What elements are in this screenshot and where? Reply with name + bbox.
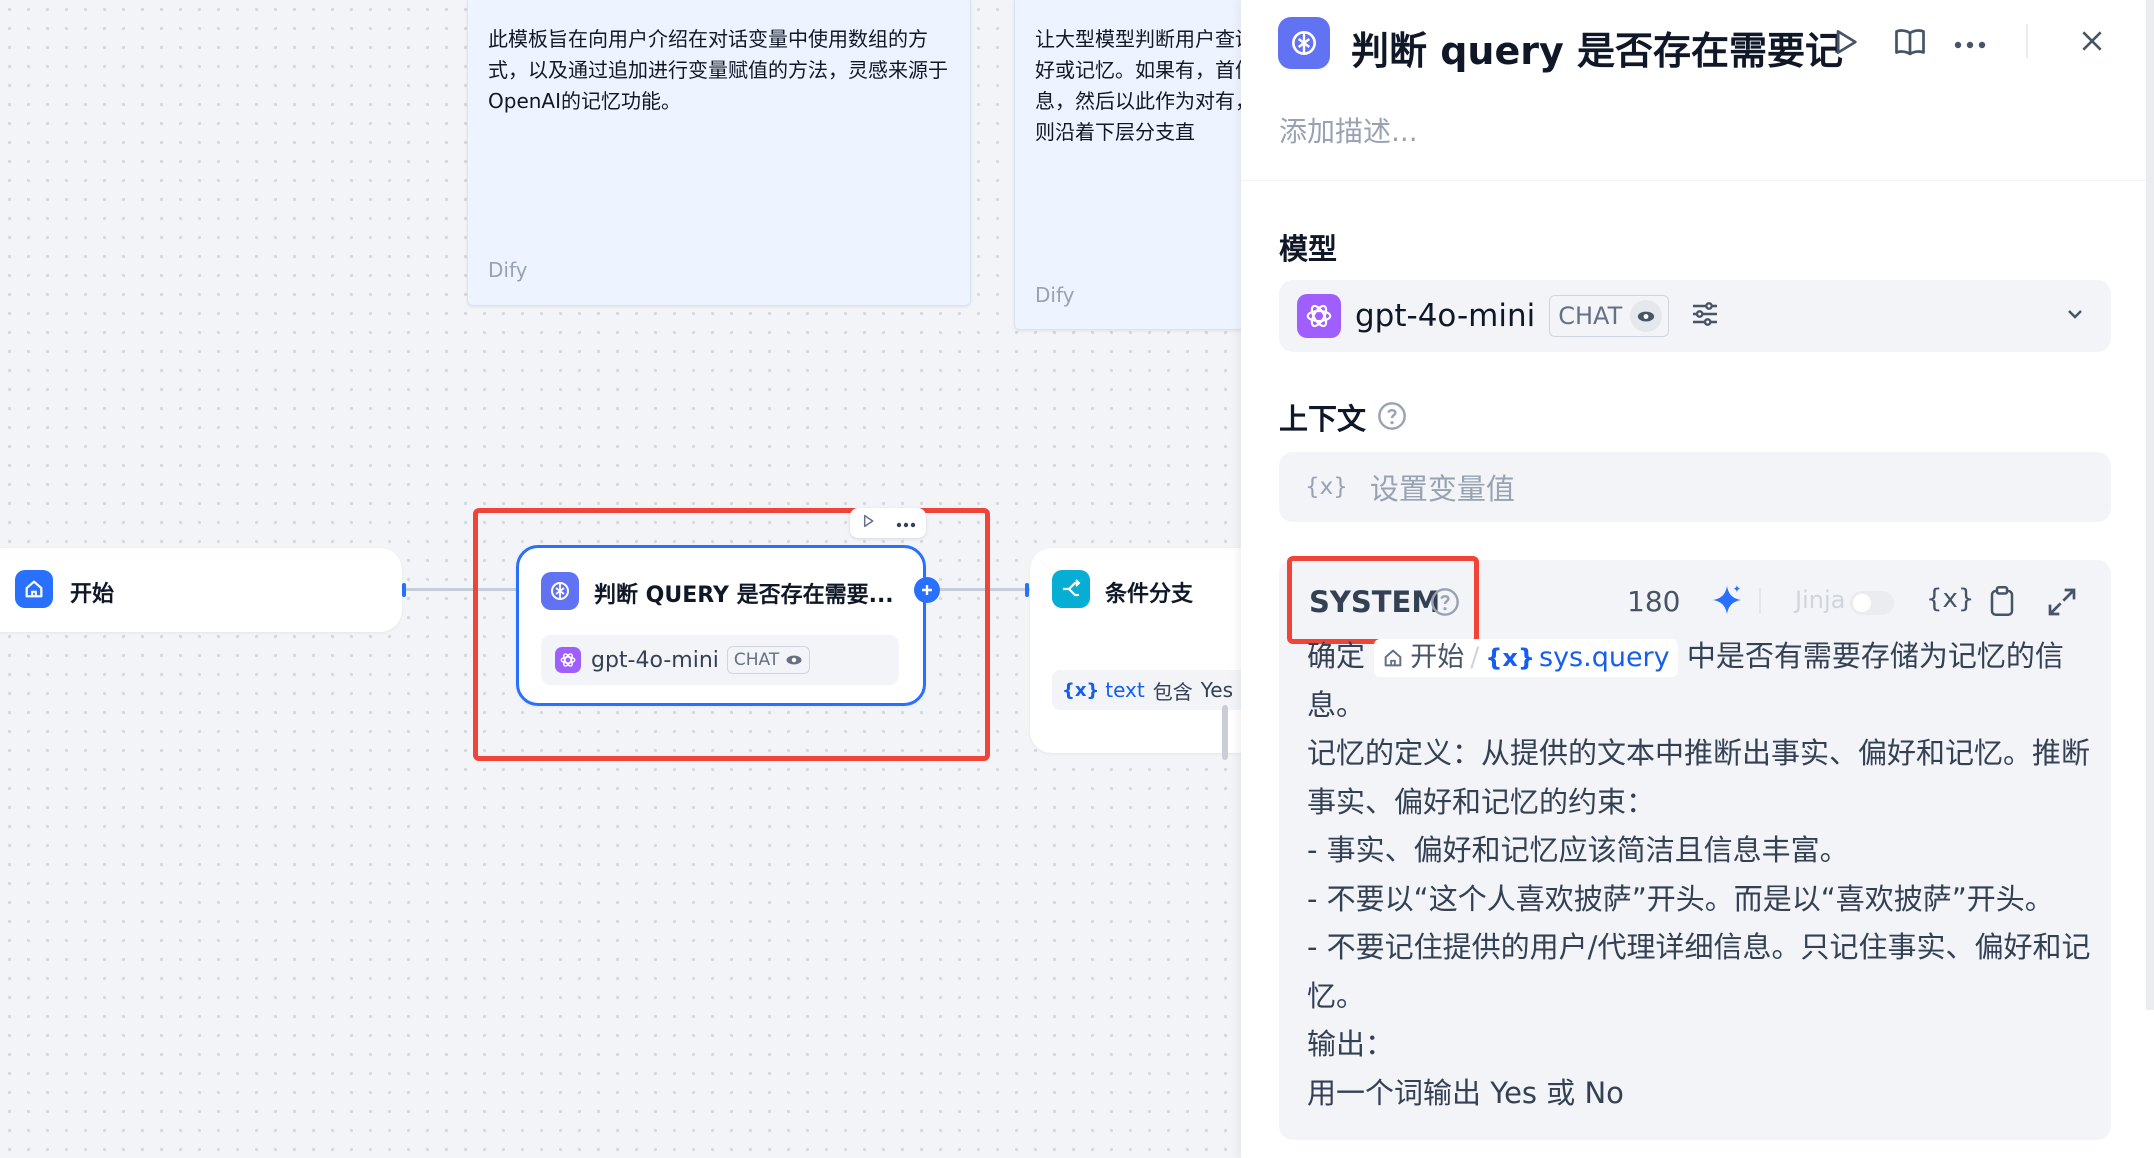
mode-label: CHAT	[733, 650, 780, 670]
var-node-name: 开始	[1410, 641, 1465, 673]
prompt-line: 输出：	[1307, 1027, 1395, 1061]
home-icon	[15, 570, 53, 608]
llm-brain-icon	[1278, 17, 1330, 69]
branch-input-handle[interactable]	[1025, 583, 1029, 597]
note-card-query-judge[interactable]: 让大型模型判断用户查询好或记忆。如果有，首信息，然后以此作为对有，则沿着下层分支…	[1014, 0, 1241, 330]
branch-icon	[1052, 570, 1090, 608]
play-icon[interactable]	[860, 513, 876, 533]
model-mode-badge: CHAT	[1549, 295, 1670, 337]
more-icon[interactable]	[895, 514, 917, 533]
mode-label: CHAT	[1558, 302, 1623, 330]
prompt-first-line: 确定 开始 / {x} sys.query 中是否有需要存储为记忆的信息。	[1307, 632, 2107, 729]
prompt-line: - 不要以“这个人喜欢披萨”开头。而是以“喜欢披萨”开头。	[1307, 881, 2054, 916]
prompt-line: - 不要记住提供的用户/代理详细信息。只记住事实、偏好和记忆。	[1307, 930, 2091, 1013]
branch-condition: {x} text 包含 Yes	[1052, 670, 1241, 710]
chevron-down-icon[interactable]	[2063, 302, 2087, 330]
run-node-icon[interactable]	[1830, 24, 1862, 64]
prompt-line: 记忆的定义：从提供的文本中推断出事实、偏好和记忆。推断事实、偏好和记忆的约束：	[1307, 736, 2091, 819]
help-docs-icon[interactable]	[1892, 24, 1928, 64]
model-name: gpt-4o-mini	[1355, 298, 1536, 334]
llm-node-toolbar	[850, 508, 926, 538]
model-label: 模型	[1279, 232, 1338, 266]
panel-divider	[1241, 180, 2154, 181]
start-output-handle[interactable]	[402, 583, 406, 597]
note-text: 让大型模型判断用户查询好或记忆。如果有，首信息，然后以此作为对有，则沿着下层分支…	[1035, 27, 1241, 144]
note-text: 此模板旨在向用户介绍在对话变量中使用数组的方式，以及通过追加进行变量赋值的方法，…	[488, 27, 948, 113]
close-icon[interactable]	[2079, 28, 2105, 58]
model-settings-icon[interactable]	[1689, 298, 1721, 334]
toggle-knob	[1853, 594, 1871, 612]
help-icon[interactable]	[1429, 586, 1461, 622]
prompt-line: - 事实、偏好和记忆应该简洁且信息丰富。	[1307, 833, 1849, 867]
note-source: Dify	[488, 258, 528, 282]
condition-value: Yes	[1200, 678, 1234, 702]
home-icon	[1384, 649, 1402, 667]
token-count: 180	[1627, 585, 1681, 618]
context-placeholder: 设置变量值	[1369, 472, 1515, 506]
llm-node-model: gpt-4o-mini CHAT	[541, 635, 899, 685]
llm-node-mode-badge: CHAT	[726, 646, 811, 674]
help-icon[interactable]	[1376, 400, 1408, 436]
variable-icon: {x}	[1485, 643, 1535, 672]
canvas-scrollbar[interactable]	[1222, 705, 1228, 760]
system-prompt-text[interactable]: 确定 开始 / {x} sys.query 中是否有需要存储为记忆的信息。 记忆…	[1307, 632, 2107, 1117]
llm-node-model-name: gpt-4o-mini	[591, 647, 719, 673]
panel-scrollbar[interactable]	[2146, 0, 2154, 1010]
variable-icon: {x}	[1062, 679, 1100, 701]
panel-title[interactable]: 判断 query 是否存在需要记	[1351, 20, 2041, 75]
copy-icon[interactable]	[1987, 584, 2017, 622]
node-config-panel: 判断 query 是否存在需要记 添加描述... 模型 gpt-4o-mini …	[1241, 0, 2154, 1158]
plus-icon	[922, 585, 932, 595]
context-label: 上下文	[1279, 402, 1367, 436]
if-else-node[interactable]: 条件分支 {x} text 包含 Yes	[1030, 548, 1241, 753]
query-variable-chip[interactable]: 开始 / {x} sys.query	[1374, 639, 1678, 677]
model-selector[interactable]: gpt-4o-mini CHAT	[1279, 280, 2111, 352]
context-variable-selector[interactable]: {x} 设置变量值	[1279, 452, 2111, 522]
sparkle-generate-icon[interactable]	[1710, 583, 1744, 621]
branch-node-title: 条件分支	[1105, 582, 1194, 607]
prompt-line: 用一个词输出 Yes 或 No	[1307, 1075, 1624, 1110]
eye-icon	[786, 655, 802, 665]
var-name: sys.query	[1539, 641, 1670, 673]
condition-operator: 包含	[1152, 679, 1193, 704]
llm-brain-icon	[541, 572, 579, 610]
toolbar-divider	[1759, 588, 1761, 614]
more-options-icon[interactable]	[1953, 36, 1987, 55]
insert-variable-icon[interactable]: {x}	[1926, 584, 1974, 614]
note-source: Dify	[1035, 283, 1075, 307]
condition-var: text	[1105, 678, 1145, 702]
llm-node[interactable]: 判断 QUERY 是否存在需要... gpt-4o-mini CHAT	[516, 545, 926, 706]
prompt-prefix: 确定	[1307, 639, 1366, 673]
eye-icon	[1630, 300, 1663, 332]
description-input[interactable]: 添加描述...	[1279, 110, 1418, 150]
jinja-toggle[interactable]	[1850, 591, 1894, 615]
workflow-canvas[interactable]: 此模板旨在向用户介绍在对话变量中使用数组的方式，以及通过追加进行变量赋值的方法，…	[0, 0, 1241, 1158]
start-node[interactable]: 开始	[0, 548, 402, 632]
header-divider	[2026, 24, 2028, 58]
start-node-title: 开始	[70, 582, 115, 607]
expand-icon[interactable]	[2046, 586, 2078, 622]
var-separator: /	[1470, 641, 1480, 673]
note-card-memory-template[interactable]: 此模板旨在向用户介绍在对话变量中使用数组的方式，以及通过追加进行变量赋值的方法，…	[467, 0, 971, 306]
variable-icon: {x}	[1305, 474, 1348, 500]
jinja-label: Jinja	[1795, 586, 1846, 614]
openai-icon	[1297, 294, 1341, 338]
openai-icon	[555, 647, 581, 673]
llm-node-title: 判断 QUERY 是否存在需要...	[594, 583, 894, 608]
system-label: SYSTEM	[1309, 585, 1441, 619]
add-next-node-button[interactable]	[914, 577, 940, 603]
